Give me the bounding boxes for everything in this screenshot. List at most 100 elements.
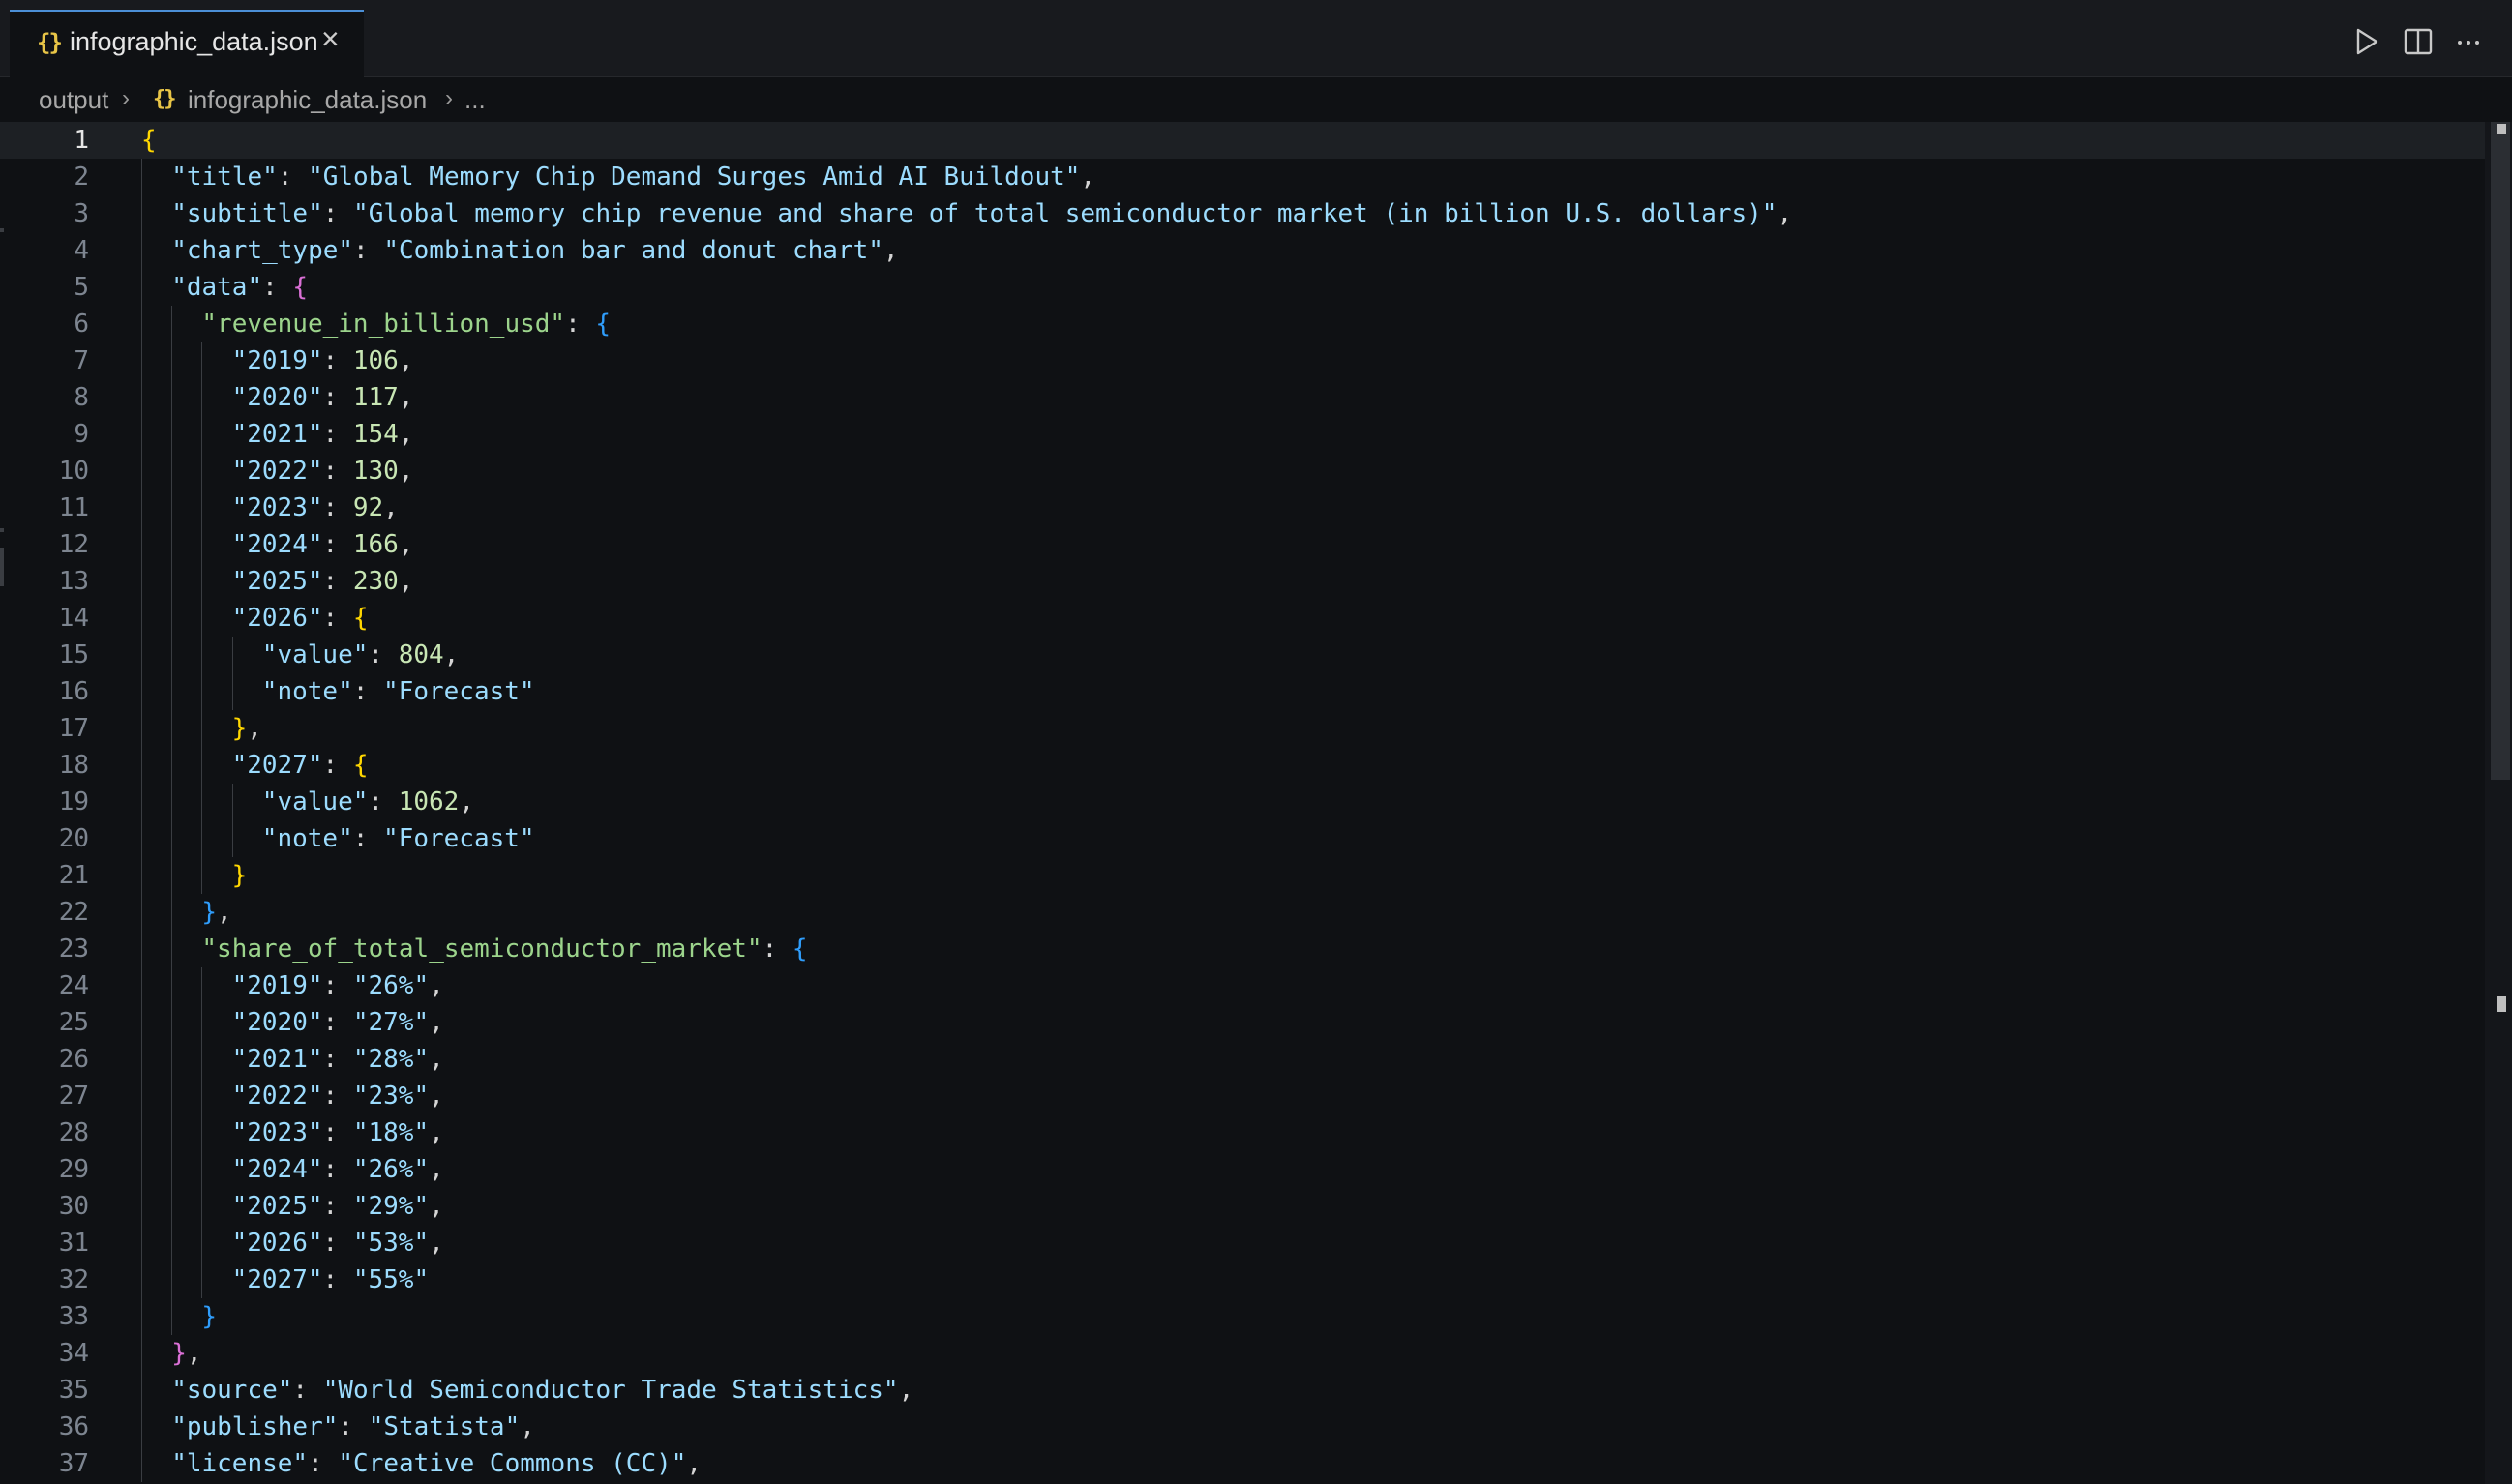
breadcrumb-more[interactable]: ...: [464, 85, 486, 115]
code-text: }: [231, 861, 248, 890]
code-line[interactable]: 10 "2022": 130,: [0, 453, 2487, 490]
indent-guide: [171, 1041, 173, 1078]
code-line[interactable]: 15 "value": 804,: [0, 637, 2487, 673]
code-line[interactable]: 8 "2020": 117,: [0, 379, 2487, 416]
indent-guide: [141, 526, 142, 563]
indent-guide: [201, 416, 203, 453]
code-line[interactable]: 32 "2027": "55%": [0, 1261, 2487, 1298]
scrollbar-thumb[interactable]: [2491, 122, 2510, 780]
code-text: "2023": 92,: [231, 493, 399, 522]
code-text: "value": 1062,: [261, 787, 474, 816]
code-line[interactable]: 17},: [0, 710, 2487, 747]
chevron-right-icon: ›: [445, 85, 453, 111]
code-line[interactable]: 11 "2023": 92,: [0, 490, 2487, 526]
code-text: "2024": 166,: [231, 530, 414, 559]
line-number: 3: [74, 199, 89, 228]
indent-guide: [171, 490, 173, 526]
code-line[interactable]: 31 "2026": "53%",: [0, 1225, 2487, 1261]
indent-guide: [201, 1004, 203, 1041]
code-line[interactable]: 18 "2027": {: [0, 747, 2487, 784]
indent-guide: [201, 1225, 203, 1261]
code-line[interactable]: 35 "source": "World Semiconductor Trade S…: [0, 1372, 2487, 1409]
code-line[interactable]: 21}: [0, 857, 2487, 894]
code-text: "2026": "53%",: [231, 1229, 444, 1258]
line-number: 32: [58, 1265, 89, 1294]
code-line[interactable]: 12 "2024": 166,: [0, 526, 2487, 563]
indent-guide: [201, 490, 203, 526]
indent-guide: [201, 563, 203, 600]
line-number: 5: [74, 273, 89, 302]
indent-guide: [201, 1151, 203, 1188]
code-line[interactable]: 24 "2019": "26%",: [0, 967, 2487, 1004]
code-text: "source": "World Semiconductor Trade Sta…: [171, 1376, 914, 1405]
line-number: 12: [58, 530, 89, 559]
code-line[interactable]: 29 "2024": "26%",: [0, 1151, 2487, 1188]
code-line[interactable]: 27 "2022": "23%",: [0, 1078, 2487, 1114]
scrollbar-marker: [2497, 124, 2506, 134]
code-line[interactable]: 14 "2026": {: [0, 600, 2487, 637]
indent-guide: [201, 379, 203, 416]
code-text: "2019": "26%",: [231, 971, 444, 1000]
code-line[interactable]: 37 "license": "Creative Commons (CC)",: [0, 1445, 2487, 1482]
indent-guide: [141, 1188, 142, 1225]
code-line[interactable]: 20 "note": "Forecast": [0, 820, 2487, 857]
code-line[interactable]: 3 "subtitle": "Global memory chip revenue…: [0, 195, 2487, 232]
tab-label: infographic_data.json: [70, 27, 318, 56]
line-number: 11: [58, 493, 89, 522]
code-line[interactable]: 9 "2021": 154,: [0, 416, 2487, 453]
code-line[interactable]: 1{: [0, 122, 2487, 159]
code-line[interactable]: 13 "2025": 230,: [0, 563, 2487, 600]
indent-guide: [171, 1114, 173, 1151]
code-line[interactable]: 4 "chart_type": "Combination bar and donu…: [0, 232, 2487, 269]
code-line[interactable]: 33}: [0, 1298, 2487, 1335]
code-line[interactable]: 26 "2021": "28%",: [0, 1041, 2487, 1078]
indent-guide: [171, 306, 173, 342]
indent-guide: [201, 967, 203, 1004]
split-editor-icon[interactable]: [2402, 25, 2435, 58]
indent-guide: [141, 673, 142, 710]
code-text: }: [201, 1302, 218, 1331]
code-line[interactable]: 6 "revenue_in_billion_usd": {: [0, 306, 2487, 342]
code-line[interactable]: 7 "2019": 106,: [0, 342, 2487, 379]
breadcrumb-folder[interactable]: output: [39, 85, 108, 115]
indent-guide: [141, 637, 142, 673]
code-line[interactable]: 2 "title": "Global Memory Chip Demand Sur…: [0, 159, 2487, 195]
line-number: 15: [58, 640, 89, 669]
more-actions-icon[interactable]: [2452, 25, 2485, 58]
indent-guide: [141, 159, 142, 195]
indent-guide: [141, 563, 142, 600]
indent-guide: [141, 379, 142, 416]
indent-guide: [171, 784, 173, 820]
code-editor[interactable]: 1{2 "title": "Global Memory Chip Demand S…: [0, 122, 2512, 1484]
line-number: 20: [58, 824, 89, 853]
code-line[interactable]: 22},: [0, 894, 2487, 931]
line-number: 23: [58, 935, 89, 964]
code-line[interactable]: 25 "2020": "27%",: [0, 1004, 2487, 1041]
indent-guide: [171, 967, 173, 1004]
code-line[interactable]: 16 "note": "Forecast": [0, 673, 2487, 710]
indent-guide: [141, 1335, 142, 1372]
code-line[interactable]: 19 "value": 1062,: [0, 784, 2487, 820]
code-line[interactable]: 28 "2023": "18%",: [0, 1114, 2487, 1151]
line-number: 33: [58, 1302, 89, 1331]
code-line[interactable]: 23 "share_of_total_semiconductor_market":…: [0, 931, 2487, 967]
code-line[interactable]: 5 "data": {: [0, 269, 2487, 306]
line-number: 16: [58, 677, 89, 706]
tab-infographic-data-json[interactable]: {} infographic_data.json ×: [10, 10, 364, 77]
code-line[interactable]: 34},: [0, 1335, 2487, 1372]
indent-guide: [171, 379, 173, 416]
code-line[interactable]: 36 "publisher": "Statista",: [0, 1409, 2487, 1445]
breadcrumb-file[interactable]: infographic_data.json: [188, 85, 427, 115]
close-icon[interactable]: ×: [321, 23, 340, 54]
code-text: "note": "Forecast": [261, 677, 535, 706]
indent-guide: [171, 710, 173, 747]
vertical-scrollbar[interactable]: [2485, 122, 2512, 1484]
line-number: 10: [58, 457, 89, 486]
run-icon[interactable]: [2349, 25, 2382, 58]
code-text: },: [171, 1339, 202, 1368]
json-file-icon: {}: [153, 87, 176, 111]
code-text: {: [141, 126, 157, 155]
code-line[interactable]: 30 "2025": "29%",: [0, 1188, 2487, 1225]
line-number: 1: [74, 126, 89, 155]
code-text: "2021": 154,: [231, 420, 414, 449]
